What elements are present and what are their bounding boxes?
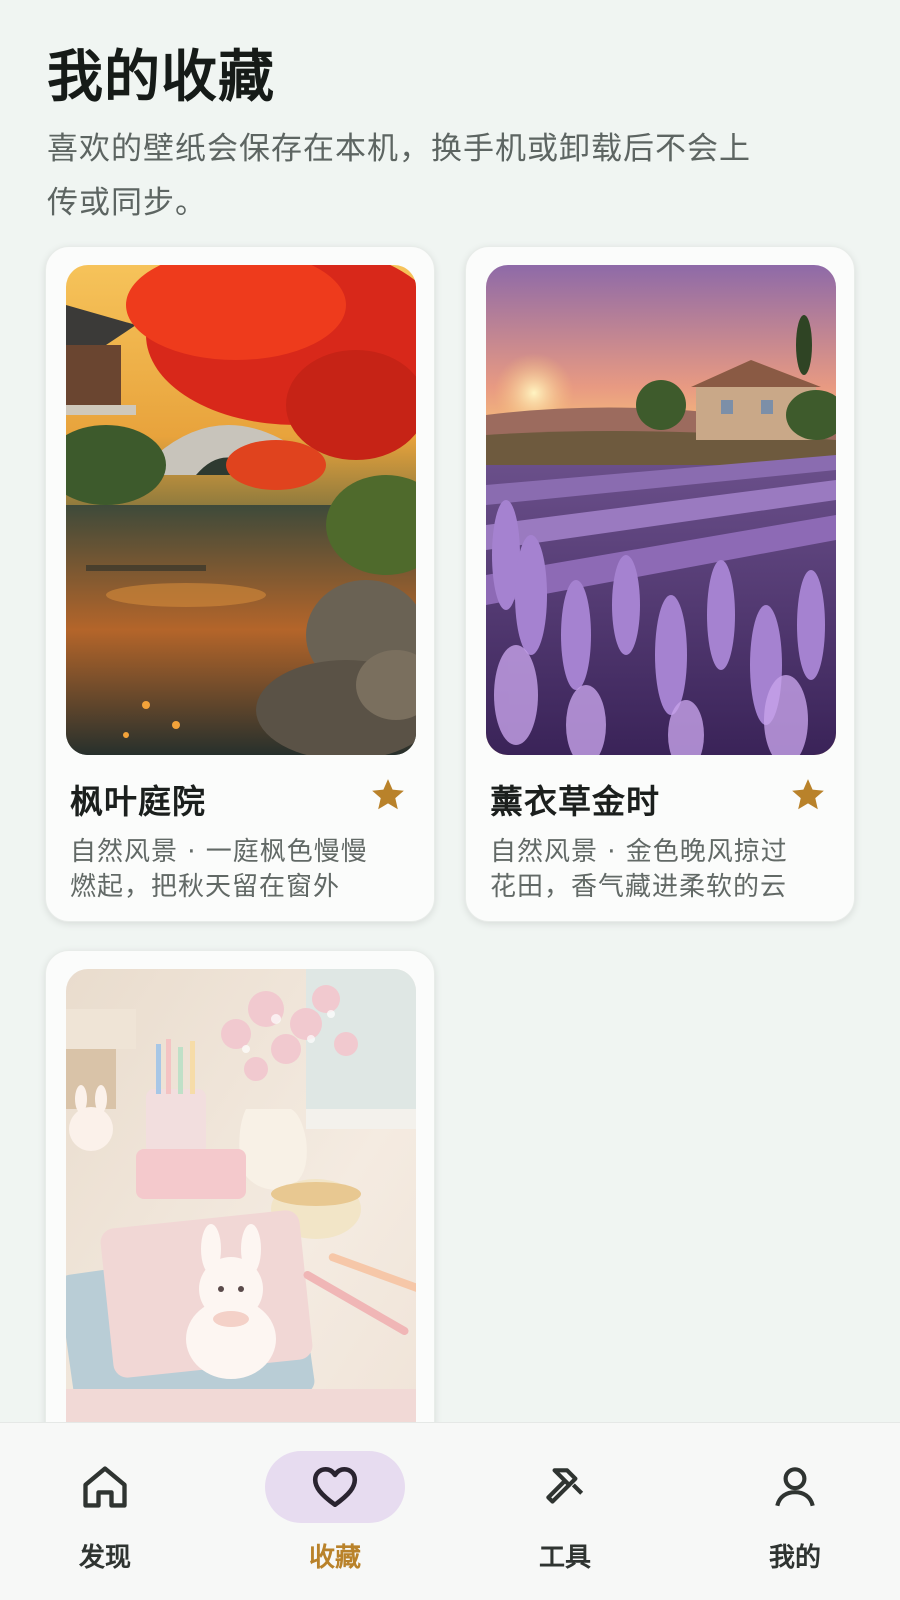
heart-icon	[312, 1467, 358, 1507]
nav-item-discover[interactable]: 发现	[25, 1451, 185, 1581]
maple-courtyard-image	[66, 265, 416, 755]
card-description-line-2: 花田，香气藏进柔软的云	[490, 872, 788, 902]
nav-label: 工具	[538, 1543, 591, 1573]
wallpaper-card[interactable]	[45, 950, 435, 1509]
star-icon	[792, 779, 824, 810]
card-description-line-1: 自然风景 · 一庭枫色慢慢	[70, 837, 368, 867]
nav-label: 我的	[768, 1543, 821, 1573]
page-title: 我的收藏	[47, 45, 275, 110]
wallpaper-card[interactable]: 薰衣草金时 自然风景 · 金色晚风掠过 花田，香气藏进柔软的云	[465, 246, 855, 922]
nav-icon-container	[725, 1451, 865, 1523]
nav-icon-container	[495, 1451, 635, 1523]
favorites-page: 我的收藏 喜欢的壁纸会保存在本机，换手机或卸载后不会上 传或同步。 枫叶庭院 自…	[0, 0, 900, 1600]
wallpaper-card[interactable]: 枫叶庭院 自然风景 · 一庭枫色慢慢 燃起，把秋天留在窗外	[45, 246, 435, 922]
card-description: 自然风景 · 一庭枫色慢慢 燃起，把秋天留在窗外	[70, 835, 416, 905]
card-description: 自然风景 · 金色晚风掠过 花田，香气藏进柔软的云	[490, 835, 836, 905]
nav-item-favorites[interactable]: 收藏	[255, 1451, 415, 1581]
favorite-toggle[interactable]	[368, 775, 408, 815]
nav-icon-container	[35, 1451, 175, 1523]
wallpaper-thumbnail[interactable]	[486, 265, 836, 755]
nav-label: 收藏	[308, 1543, 361, 1573]
home-icon	[83, 1466, 127, 1508]
card-title: 枫叶庭院	[70, 782, 206, 821]
bottom-navigation: 发现 收藏 工具 我的	[0, 1422, 900, 1600]
nav-item-tools[interactable]: 工具	[485, 1451, 645, 1581]
hammer-icon	[546, 1468, 584, 1504]
nav-label: 发现	[78, 1543, 131, 1573]
page-header: 我的收藏 喜欢的壁纸会保存在本机，换手机或卸载后不会上 传或同步。	[47, 40, 867, 230]
subtitle-line-1: 喜欢的壁纸会保存在本机，换手机或卸载后不会上	[47, 131, 751, 167]
star-icon	[372, 779, 404, 810]
page-subtitle: 喜欢的壁纸会保存在本机，换手机或卸载后不会上 传或同步。	[47, 122, 867, 230]
card-description-line-1: 自然风景 · 金色晚风掠过	[490, 837, 788, 867]
card-description-line-2: 燃起，把秋天留在窗外	[70, 872, 341, 902]
card-title: 薰衣草金时	[490, 782, 660, 821]
nav-item-profile[interactable]: 我的	[715, 1451, 875, 1581]
favorite-toggle[interactable]	[788, 775, 828, 815]
subtitle-line-2: 传或同步。	[47, 185, 207, 221]
nav-icon-container	[265, 1451, 405, 1523]
lavender-field-image	[486, 265, 836, 755]
person-icon	[775, 1467, 815, 1507]
wallpaper-thumbnail[interactable]	[66, 265, 416, 755]
